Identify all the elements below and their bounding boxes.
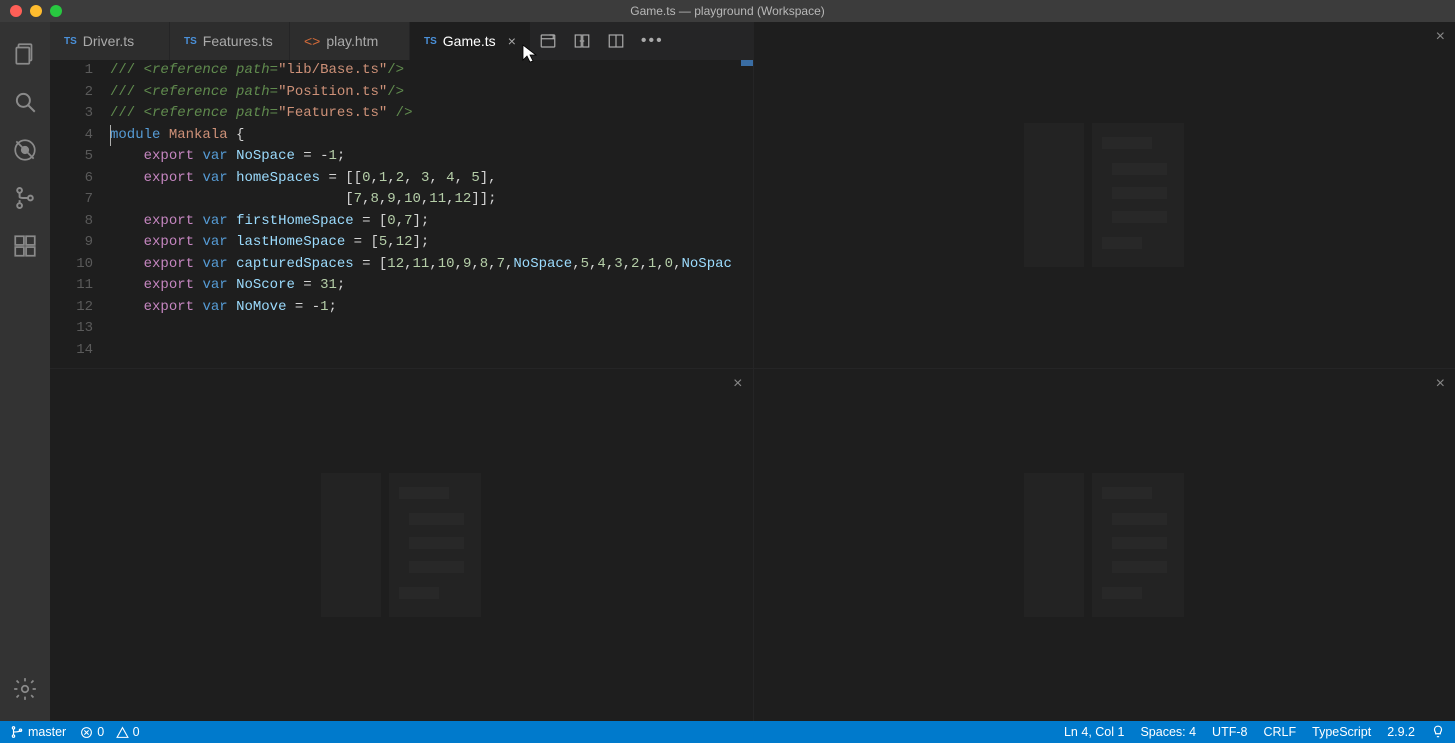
code-line[interactable]: /// <reference path="Position.ts"/> [110,82,753,104]
activity-bar [0,22,50,721]
more-actions-icon[interactable]: ••• [641,32,664,50]
editor-grid: TS Driver.ts TS Features.ts <> play.htm … [50,22,1455,721]
window-minimize-button[interactable] [30,5,42,17]
code-line[interactable]: module Mankala { [110,125,753,147]
window-maximize-button[interactable] [50,5,62,17]
tab-label: play.htm [326,33,378,49]
empty-editor-watermark [754,369,1455,721]
tab-play-htm[interactable]: <> play.htm [290,22,410,60]
code-line[interactable]: export var NoSpace = -1; [110,146,753,168]
empty-editor-watermark [50,369,753,721]
ts-file-icon: TS [184,36,197,47]
code-line[interactable]: [7,8,9,10,11,12]]; [110,189,753,211]
debug-icon[interactable] [0,126,50,174]
code-line[interactable]: export var capturedSpaces = [12,11,10,9,… [110,254,753,276]
extensions-icon[interactable] [0,222,50,270]
tab-label: Game.ts [443,33,496,49]
ts-file-icon: TS [424,36,437,47]
settings-gear-icon[interactable] [0,665,50,713]
code-line[interactable]: export var firstHomeSpace = [0,7]; [110,211,753,233]
overview-ruler[interactable] [739,60,753,368]
window-controls [0,5,62,17]
editor-pane-1: TS Driver.ts TS Features.ts <> play.htm … [50,22,753,368]
code-line[interactable]: /// <reference path="lib/Base.ts"/> [110,60,753,82]
window-close-button[interactable] [10,5,22,17]
code-line[interactable]: export var lastHomeSpace = [5,12]; [110,232,753,254]
editor-pane-3: × [50,368,753,721]
tab-label: Driver.ts [83,33,134,49]
tab-label: Features.ts [203,33,273,49]
explorer-icon[interactable] [0,30,50,78]
code-line[interactable]: /// <reference path="Features.ts" /> [110,103,753,125]
encoding-status[interactable]: UTF-8 [1212,725,1247,739]
status-bar: master 0 0 Ln 4, Col 1 Spaces: 4 UTF-8 C… [0,721,1455,743]
tab-bar: TS Driver.ts TS Features.ts <> play.htm … [50,22,753,60]
search-icon[interactable] [0,78,50,126]
editor-pane-4: × [753,368,1455,721]
tab-game-ts[interactable]: TS Game.ts × [410,22,531,60]
eol-status[interactable]: CRLF [1263,725,1296,739]
title-bar: Game.ts — playground (Workspace) [0,0,1455,22]
open-preview-icon[interactable] [539,32,557,50]
ts-file-icon: TS [64,36,77,47]
window-title: Game.ts — playground (Workspace) [0,4,1455,18]
editor-pane-2: × [753,22,1455,368]
cursor-position-status[interactable]: Ln 4, Col 1 [1064,725,1124,739]
tab-driver-ts[interactable]: TS Driver.ts [50,22,170,60]
branch-name: master [28,725,66,739]
close-tab-icon[interactable]: × [508,33,516,49]
feedback-icon[interactable] [1431,725,1445,739]
typescript-version-status[interactable]: 2.9.2 [1387,725,1415,739]
problems-status[interactable]: 0 0 [80,725,139,739]
split-editor-icon[interactable] [607,32,625,50]
code-line[interactable]: export var NoMove = -1; [110,297,753,319]
code-line[interactable]: export var homeSpaces = [[0,1,2, 3, 4, 5… [110,168,753,190]
error-count: 0 [97,725,104,739]
html-file-icon: <> [304,33,320,49]
git-branch-status[interactable]: master [10,725,66,739]
editor-area[interactable]: 1234567891011121314/// <reference path="… [50,60,753,368]
language-mode-status[interactable]: TypeScript [1312,725,1371,739]
code-line[interactable]: export var NoScore = 31; [110,275,753,297]
tab-features-ts[interactable]: TS Features.ts [170,22,290,60]
empty-editor-watermark [754,22,1455,368]
source-control-icon[interactable] [0,174,50,222]
compare-changes-icon[interactable] [573,32,591,50]
indentation-status[interactable]: Spaces: 4 [1140,725,1196,739]
tab-actions: ••• [539,22,664,60]
warning-count: 0 [133,725,140,739]
